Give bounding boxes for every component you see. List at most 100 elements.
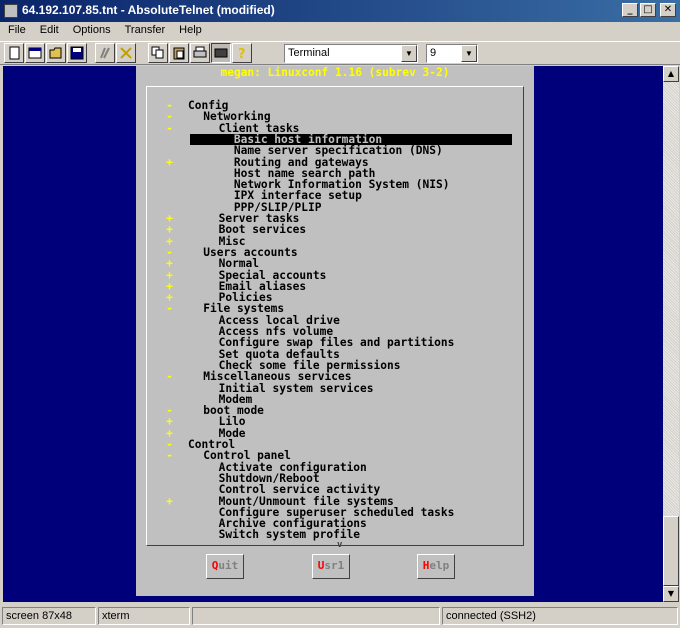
svg-text:?: ? [238,47,246,60]
new-window-button[interactable] [25,43,45,63]
new-window-icon [28,47,42,59]
tree-expand-marker: + [166,268,173,282]
tree-expand-marker: - [166,121,173,135]
tree-expand-marker: - [166,370,173,384]
status-connection: connected (SSH2) [442,607,678,625]
tree-item[interactable]: Misc [219,235,246,246]
tree-item[interactable]: IPX interface setup [234,190,362,201]
scroll-thumb[interactable] [663,516,679,586]
tree-expand-marker [165,337,174,348]
tree-item[interactable]: Control panel [203,450,291,461]
tree-item[interactable]: Special accounts [219,269,327,280]
tree-item[interactable]: Set quota defaults [219,348,340,359]
scroll-down-button[interactable]: ▼ [663,586,679,602]
chevron-down-icon[interactable]: ▼ [401,45,417,62]
vertical-scrollbar[interactable]: ▲ ▼ [663,66,679,602]
minimize-button[interactable]: _ [622,3,638,17]
tree-expand-marker [165,473,174,484]
tree-expand-marker [165,315,174,326]
open-button[interactable] [46,43,66,63]
menu-edit[interactable]: Edit [32,22,65,40]
tree-expand-marker: - [166,110,173,124]
app-icon[interactable] [4,4,18,18]
status-screen-size: screen 87x48 [2,607,96,625]
tree-item[interactable]: File systems [203,303,284,314]
connect-button[interactable] [95,43,115,63]
paste-icon [173,47,185,60]
font-size-select[interactable]: 9 ▼ [426,44,478,63]
copy-button[interactable] [148,43,168,63]
tree-expand-marker [165,179,174,190]
tree-item[interactable]: Name server specification (DNS) [234,145,443,156]
help-question-icon: ? [238,47,246,60]
tree-item[interactable]: Control service activity [219,484,381,495]
window-title: 64.192.107.85.tnt - AbsoluteTelnet (modi… [22,3,275,17]
terminal-view-button[interactable] [211,43,231,63]
save-button[interactable] [67,43,87,63]
quit-button[interactable]: Quit [206,554,244,579]
lightning-icon [100,47,110,59]
chevron-down-icon[interactable]: ▼ [461,45,477,62]
menu-bar: File Edit Options Transfer Help [0,22,680,40]
paste-button[interactable] [169,43,189,63]
tree-expand-marker [165,190,174,201]
tree-expand-marker [165,145,174,156]
linuxconf-dialog: megan: Linuxconf 1.16 (subrev 3-2) - Conf… [136,66,534,596]
tree-expand-marker: + [166,223,173,237]
help-label: elp [429,559,450,572]
terminal-screen[interactable]: megan: Linuxconf 1.16 (subrev 3-2) - Conf… [3,66,663,602]
tree-expand-marker: + [166,494,173,508]
tree-expand-marker [165,349,174,360]
tree-item[interactable]: Mount/Unmount file systems [219,495,394,506]
tree-expand-marker: - [166,449,173,463]
emulation-select[interactable]: Terminal ▼ [284,44,418,63]
help-button[interactable]: ? [232,43,252,63]
menu-transfer[interactable]: Transfer [117,22,172,40]
tree-item[interactable]: Initial system services [219,382,374,393]
copy-icon [151,46,164,59]
open-folder-icon [49,47,62,59]
status-terminal-type: xterm [98,607,190,625]
tree-item[interactable]: Configure swap files and partitions [219,337,455,348]
usr1-label: sr1 [324,559,345,572]
menu-options[interactable]: Options [65,22,117,40]
tree-expand-marker: + [166,155,173,169]
maximize-button[interactable]: □ [640,3,656,17]
tree-expand-marker [165,518,174,529]
emulation-value: Terminal [288,47,330,59]
tree-expand-marker [165,383,174,394]
tree-expand-marker [165,326,174,337]
title-bar: 64.192.107.85.tnt - AbsoluteTelnet (modi… [0,0,680,22]
close-button[interactable]: ✕ [660,3,676,17]
print-button[interactable] [190,43,210,63]
tree-expand-marker [165,168,174,179]
window-controls: _ □ ✕ [622,3,676,17]
tree-expand-marker: + [166,257,173,271]
scroll-track[interactable] [663,82,679,586]
menu-file[interactable]: File [0,22,32,40]
tree-item[interactable]: Client tasks [219,122,300,133]
tree-item[interactable]: Normal [219,258,259,269]
tree-expand-marker: + [166,415,173,429]
disconnect-button[interactable] [116,43,136,63]
usr1-button[interactable]: Usr1 [312,554,350,579]
printer-icon [193,46,207,58]
quit-label: uit [218,559,239,572]
help-dialog-button[interactable]: Help [417,554,455,579]
terminal-icon [214,48,228,58]
scroll-up-button[interactable]: ▲ [663,66,679,82]
tree-item[interactable]: Lilo [219,416,246,427]
scroll-more-indicator: v [337,540,343,550]
tree-expand-marker [165,507,174,518]
tree-item[interactable]: Networking [203,111,270,122]
tree-item[interactable]: Miscellaneous services [203,371,351,382]
tree-expand-marker [165,484,174,495]
tree-expand-marker: - [166,302,173,316]
menu-help[interactable]: Help [171,22,208,40]
tree-item[interactable]: Routing and gateways [234,156,369,167]
tree-item[interactable]: Boot services [219,224,307,235]
new-file-button[interactable] [4,43,24,63]
dialog-title: megan: Linuxconf 1.16 (subrev 3-2) [136,66,534,79]
tree-item[interactable]: Switch system profile [219,529,360,540]
tree-item[interactable]: Activate configuration [219,461,367,472]
